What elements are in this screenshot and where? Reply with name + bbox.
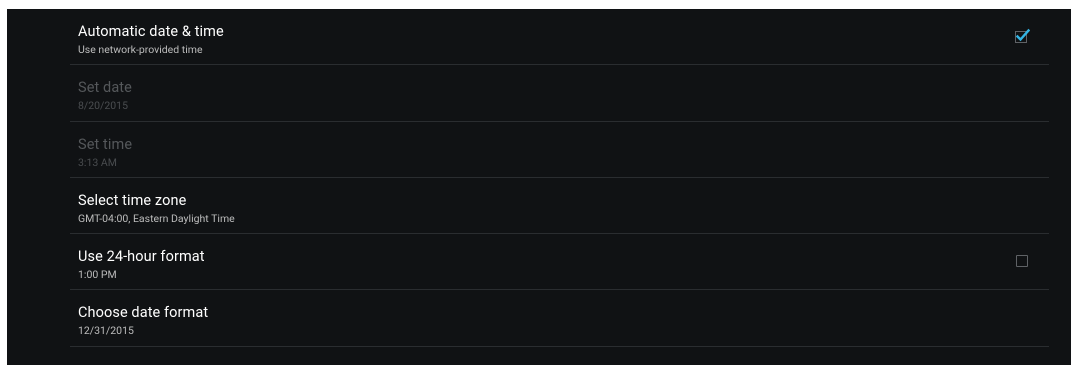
row-summary: 12/31/2015 [78,324,134,338]
choose-date-format-row[interactable]: Choose date format 12/31/2015 [70,290,1049,347]
row-title: Use 24-hour format [78,248,205,266]
row-title: Select time zone [78,191,187,209]
row-summary: Use network-provided time [78,43,203,56]
row-summary: 1:00 PM [78,268,117,282]
row-summary: 3:13 AM [78,155,117,169]
date-time-settings-panel: Automatic date & time Use network-provid… [7,9,1071,365]
row-title: Set time [78,135,133,153]
use-24-hour-format-checkbox[interactable] [1016,255,1028,268]
row-title: Set date [78,79,132,97]
automatic-date-time-row[interactable]: Automatic date & time Use network-provid… [70,9,1049,66]
row-summary: 8/20/2015 [78,99,128,113]
row-title: Choose date format [78,304,209,322]
checkbox-checked-icon [1015,28,1031,43]
set-time-row: Set time 3:13 AM [70,122,1049,178]
set-date-row: Set date 8/20/2015 [70,65,1049,122]
row-title: Automatic date & time [78,23,224,40]
use-24-hour-format-row[interactable]: Use 24-hour format 1:00 PM [70,234,1049,291]
row-summary: GMT-04:00, Eastern Daylight Time [78,211,235,225]
settings-list: Automatic date & time Use network-provid… [70,9,1049,347]
select-time-zone-row[interactable]: Select time zone GMT-04:00, Eastern Dayl… [70,178,1049,235]
automatic-date-time-checkbox[interactable] [1014,28,1031,44]
